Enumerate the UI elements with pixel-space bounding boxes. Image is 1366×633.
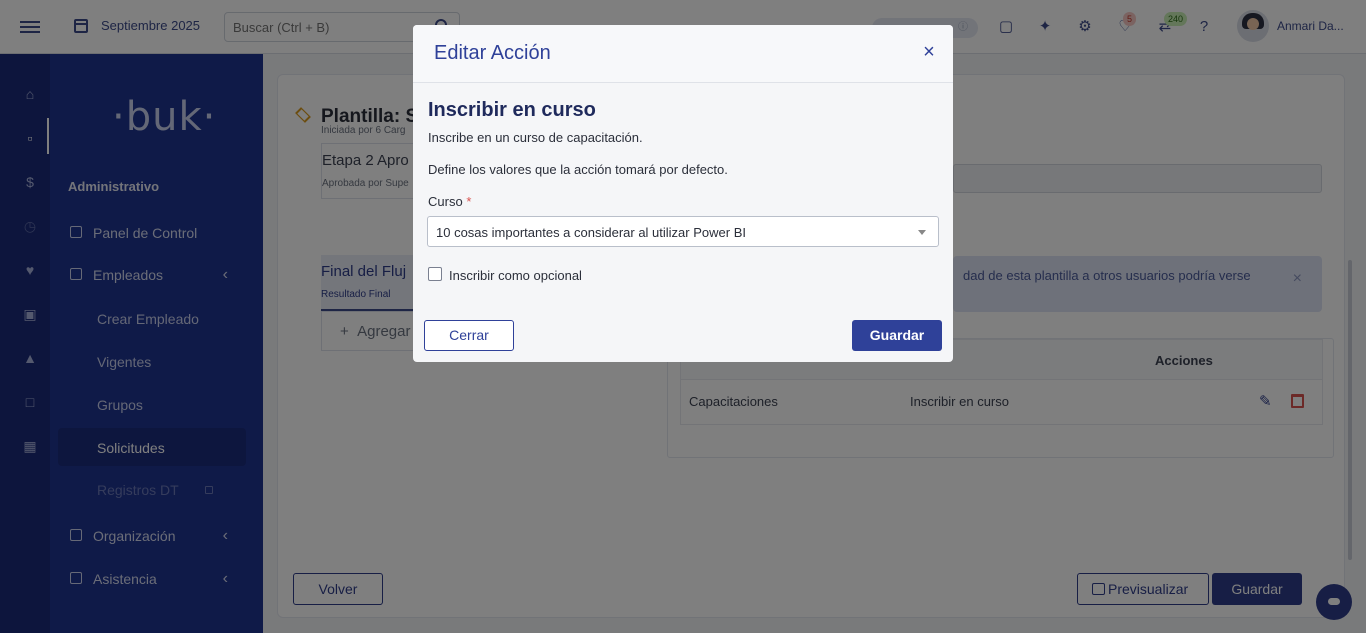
save-button[interactable]: Guardar bbox=[852, 320, 942, 351]
action-description: Inscribe en un curso de capacitación. bbox=[428, 130, 643, 145]
action-heading: Inscribir en curso bbox=[428, 99, 596, 121]
course-label-text: Curso bbox=[428, 194, 463, 209]
edit-action-modal: Editar Acción × Inscribir en curso Inscr… bbox=[413, 25, 953, 362]
optional-checkbox-label[interactable]: Inscribir como opcional bbox=[449, 268, 582, 283]
course-label: Curso * bbox=[428, 194, 471, 209]
chevron-down-icon bbox=[918, 230, 926, 235]
defaults-description: Define los valores que la acción tomará … bbox=[428, 162, 728, 177]
modal-header: Editar Acción × bbox=[413, 25, 953, 83]
required-mark: * bbox=[466, 194, 472, 209]
close-button[interactable]: Cerrar bbox=[424, 320, 514, 351]
modal-title: Editar Acción bbox=[434, 42, 551, 64]
course-select-value: 10 cosas importantes a considerar al uti… bbox=[436, 225, 746, 240]
optional-checkbox[interactable] bbox=[428, 267, 442, 281]
close-icon[interactable]: × bbox=[919, 42, 939, 62]
course-select[interactable]: 10 cosas importantes a considerar al uti… bbox=[427, 216, 939, 247]
